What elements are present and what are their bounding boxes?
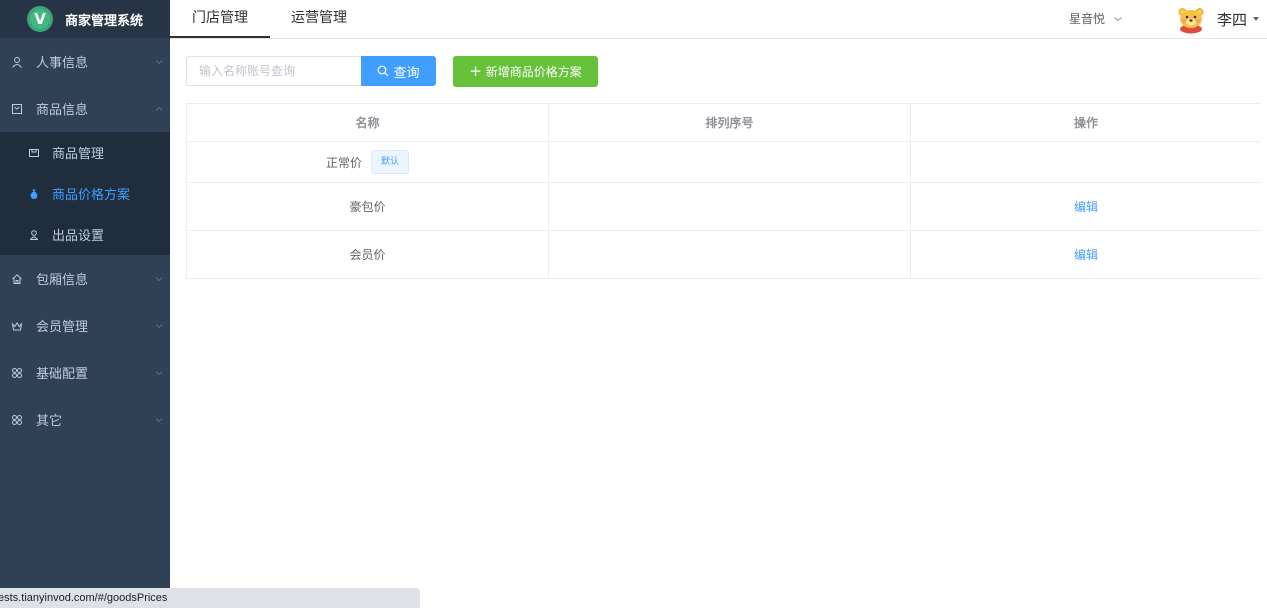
app-title: 商家管理系统 xyxy=(65,13,144,29)
plan-name: 豪包价 xyxy=(349,200,386,214)
column-header-order: 排列序号 xyxy=(549,104,911,141)
order-cell xyxy=(549,142,911,182)
sidebar-subitem-goods-management[interactable]: 商品管理 xyxy=(0,132,170,173)
table-row: 正常价 默认 xyxy=(187,142,1261,183)
grid-icon xyxy=(10,366,24,380)
app-logo-bar: V 商家管理系统 xyxy=(0,0,170,38)
grid-icon xyxy=(10,413,24,427)
edit-link[interactable]: 编辑 xyxy=(1074,198,1098,215)
name-cell: 会员价 xyxy=(187,231,549,278)
sidebar-item-label: 其它 xyxy=(36,414,63,429)
column-header-actions: 操作 xyxy=(1073,116,1098,130)
sidebar-item-hr[interactable]: 人事信息 xyxy=(0,38,170,85)
status-url-text: tests.tianyinvod.com/#/goodsPrices xyxy=(0,592,168,604)
sidebar-subitem-label: 商品管理 xyxy=(52,147,105,162)
column-header-name: 名称 xyxy=(187,104,549,141)
browser-status-url: tests.tianyinvod.com/#/goodsPrices xyxy=(0,588,420,608)
price-plan-table: 名称 排列序号 操作 正常价 默认 豪包价 编辑 会员价 编辑 xyxy=(186,103,1261,279)
default-tag: 默认 xyxy=(371,150,410,174)
avatar xyxy=(1178,8,1204,34)
sidebar-item-label: 人事信息 xyxy=(36,56,89,71)
chevron-down-icon xyxy=(155,276,163,281)
user-icon xyxy=(10,55,24,69)
home-icon xyxy=(10,272,24,286)
sidebar-item-label: 包厢信息 xyxy=(36,273,89,288)
actions-cell xyxy=(911,142,1261,182)
name-cell: 正常价 默认 xyxy=(187,142,549,182)
user-name: 李四 xyxy=(1216,10,1247,29)
sidebar-subitem-output-settings[interactable]: 出品设置 xyxy=(0,214,170,255)
store-selector[interactable]: 星音悦 xyxy=(1069,0,1123,38)
sidebar-item-other[interactable]: 其它 xyxy=(0,396,170,443)
chevron-down-icon xyxy=(1114,17,1122,22)
sidebar-subitem-label: 出品设置 xyxy=(52,229,105,244)
sidebar-item-rooms[interactable]: 包厢信息 xyxy=(0,255,170,302)
chevron-up-icon xyxy=(155,106,163,111)
plan-name: 正常价 xyxy=(325,155,362,170)
sidebar-item-products[interactable]: 商品信息 xyxy=(0,85,170,132)
add-button-label: 新增商品价格方案 xyxy=(485,65,582,79)
plan-name: 会员价 xyxy=(349,248,386,262)
table-row: 会员价 编辑 xyxy=(187,231,1261,278)
product-icon xyxy=(10,102,24,116)
sidebar: V 商家管理系统 人事信息 商品信息 商品管理 商品价格方案 出品设置 包厢信息… xyxy=(0,0,170,608)
search-button-label: 查询 xyxy=(393,65,420,81)
add-price-plan-button[interactable]: + 新增商品价格方案 xyxy=(453,56,598,87)
store-name: 星音悦 xyxy=(1068,12,1105,26)
name-cell: 豪包价 xyxy=(187,183,549,230)
search-icon xyxy=(378,65,389,77)
sidebar-subitem-label: 商品价格方案 xyxy=(52,188,131,203)
tab-operations-management[interactable]: 运营管理 xyxy=(280,0,358,38)
chevron-down-icon xyxy=(155,323,163,328)
person-icon xyxy=(27,228,40,241)
actions-cell: 编辑 xyxy=(911,231,1261,278)
edit-link[interactable]: 编辑 xyxy=(1074,246,1098,263)
sidebar-item-label: 商品信息 xyxy=(36,103,89,118)
order-cell xyxy=(549,231,911,278)
vue-logo-icon: V xyxy=(27,6,53,32)
top-navbar: 门店管理 运营管理 星音悦 李四 xyxy=(170,0,1267,39)
chevron-down-icon xyxy=(155,417,163,422)
table-row: 豪包价 编辑 xyxy=(187,183,1261,231)
order-cell xyxy=(549,183,911,230)
money-bag-icon xyxy=(27,187,40,200)
actions-cell: 编辑 xyxy=(911,183,1261,230)
chevron-down-icon xyxy=(155,370,163,375)
sidebar-item-basic-config[interactable]: 基础配置 xyxy=(0,349,170,396)
search-button[interactable]: 查询 xyxy=(361,56,436,86)
sidebar-item-label: 基础配置 xyxy=(36,367,89,382)
crown-icon xyxy=(10,319,24,333)
table-header-row: 名称 排列序号 操作 xyxy=(187,104,1261,142)
tab-store-management[interactable]: 门店管理 xyxy=(170,0,270,38)
search-input[interactable] xyxy=(186,56,361,86)
caret-down-icon xyxy=(1253,17,1259,21)
goods-icon xyxy=(27,146,40,159)
sidebar-item-label: 会员管理 xyxy=(36,320,89,335)
user-menu[interactable]: 李四 xyxy=(1175,0,1259,38)
chevron-down-icon xyxy=(155,59,163,64)
sidebar-item-members[interactable]: 会员管理 xyxy=(0,302,170,349)
plus-icon: + xyxy=(469,62,482,80)
sidebar-subitem-price-plans[interactable]: 商品价格方案 xyxy=(0,173,170,214)
